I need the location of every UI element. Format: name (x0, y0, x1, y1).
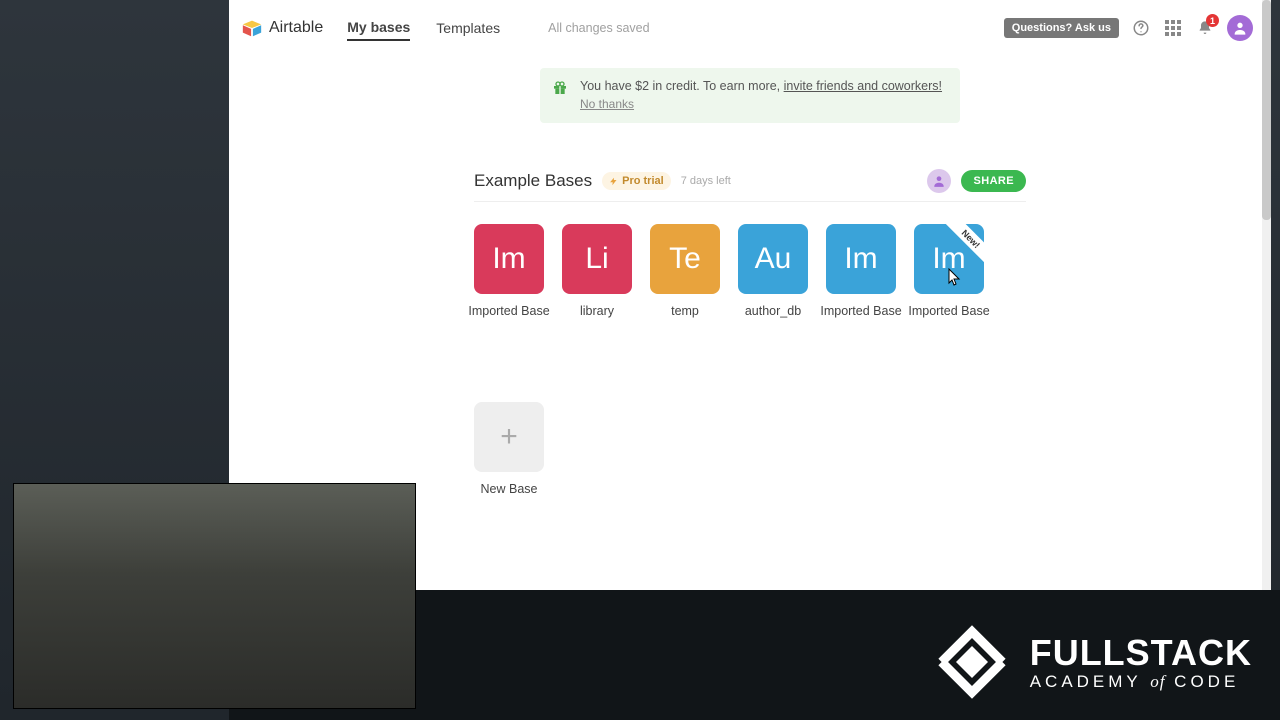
share-button[interactable]: SHARE (961, 170, 1026, 192)
base-tile[interactable]: ImNew! (914, 224, 984, 294)
base-tile[interactable]: Te (650, 224, 720, 294)
fullstack-main: FULLSTACK (1030, 635, 1252, 671)
banner-text: You have $2 in credit. To earn more, (580, 79, 784, 93)
header-actions: Questions? Ask us 1 (1004, 15, 1253, 41)
workspace: Example Bases Pro trial 7 days left SHAR… (474, 169, 1026, 590)
fullstack-brand: FULLSTACK ACADEMY of CODE (932, 622, 1252, 702)
base-tile[interactable]: Im (826, 224, 896, 294)
help-icon[interactable] (1131, 18, 1151, 38)
new-base-item: + New Base (474, 402, 544, 496)
user-avatar[interactable] (1227, 15, 1253, 41)
airtable-logo-icon (241, 17, 263, 39)
base-abbr: Im (844, 242, 877, 276)
base-tile[interactable]: Li (562, 224, 632, 294)
questions-button[interactable]: Questions? Ask us (1004, 18, 1119, 38)
new-base-label: New Base (481, 482, 538, 496)
base-tile[interactable]: Au (738, 224, 808, 294)
base-item: ImImported Base (474, 224, 544, 318)
fullstack-logo-icon (932, 622, 1012, 702)
gift-icon (552, 80, 568, 96)
scrollbar-thumb[interactable] (1262, 0, 1271, 220)
fullstack-sub: ACADEMY of CODE (1030, 673, 1252, 690)
brand-logo[interactable]: Airtable (241, 17, 323, 39)
base-tile[interactable]: Im (474, 224, 544, 294)
nav-my-bases[interactable]: My bases (347, 15, 410, 41)
base-abbr: Im (932, 242, 965, 276)
base-label: Imported Base (468, 304, 549, 318)
base-abbr: Au (755, 242, 792, 276)
trial-days-left: 7 days left (681, 175, 731, 187)
base-label: author_db (745, 304, 801, 318)
base-item: Au author_db (738, 224, 808, 318)
base-abbr: Im (492, 242, 525, 276)
apps-grid-icon[interactable] (1163, 18, 1183, 38)
base-abbr: Li (585, 242, 608, 276)
trial-badge: Pro trial (602, 172, 671, 190)
base-item: Li library (562, 224, 632, 318)
credit-banner: You have $2 in credit. To earn more, inv… (540, 68, 960, 123)
base-label: library (580, 304, 614, 318)
plus-icon: + (500, 420, 518, 454)
webcam-overlay (13, 483, 416, 709)
scrollbar-track[interactable] (1262, 0, 1271, 590)
notification-badge: 1 (1206, 14, 1219, 27)
base-label: Imported Base (820, 304, 901, 318)
brand-name: Airtable (269, 19, 323, 37)
workspace-header: Example Bases Pro trial 7 days left SHAR… (474, 169, 1026, 202)
base-abbr: Te (669, 242, 701, 276)
fullstack-text: FULLSTACK ACADEMY of CODE (1030, 635, 1252, 690)
workspace-member-avatar[interactable] (927, 169, 951, 193)
banner-invite-link[interactable]: invite friends and coworkers! (784, 79, 942, 93)
app-header: Airtable My bases Templates All changes … (229, 0, 1271, 56)
banner-dismiss-link[interactable]: No thanks (580, 97, 634, 111)
nav-templates[interactable]: Templates (436, 16, 500, 40)
notifications-icon[interactable]: 1 (1195, 18, 1215, 38)
new-base-tile[interactable]: + (474, 402, 544, 472)
base-item: ImImported Base (826, 224, 896, 318)
bases-grid: ImImported BaseLilibraryTetempAuauthor_d… (474, 224, 1026, 496)
save-status: All changes saved (548, 21, 649, 35)
base-item: Te temp (650, 224, 720, 318)
base-label: temp (671, 304, 699, 318)
primary-nav: My bases Templates All changes saved (347, 15, 649, 41)
base-item: ImNew!Imported Base (914, 224, 984, 318)
base-label: Imported Base (908, 304, 989, 318)
workspace-title[interactable]: Example Bases (474, 171, 592, 191)
